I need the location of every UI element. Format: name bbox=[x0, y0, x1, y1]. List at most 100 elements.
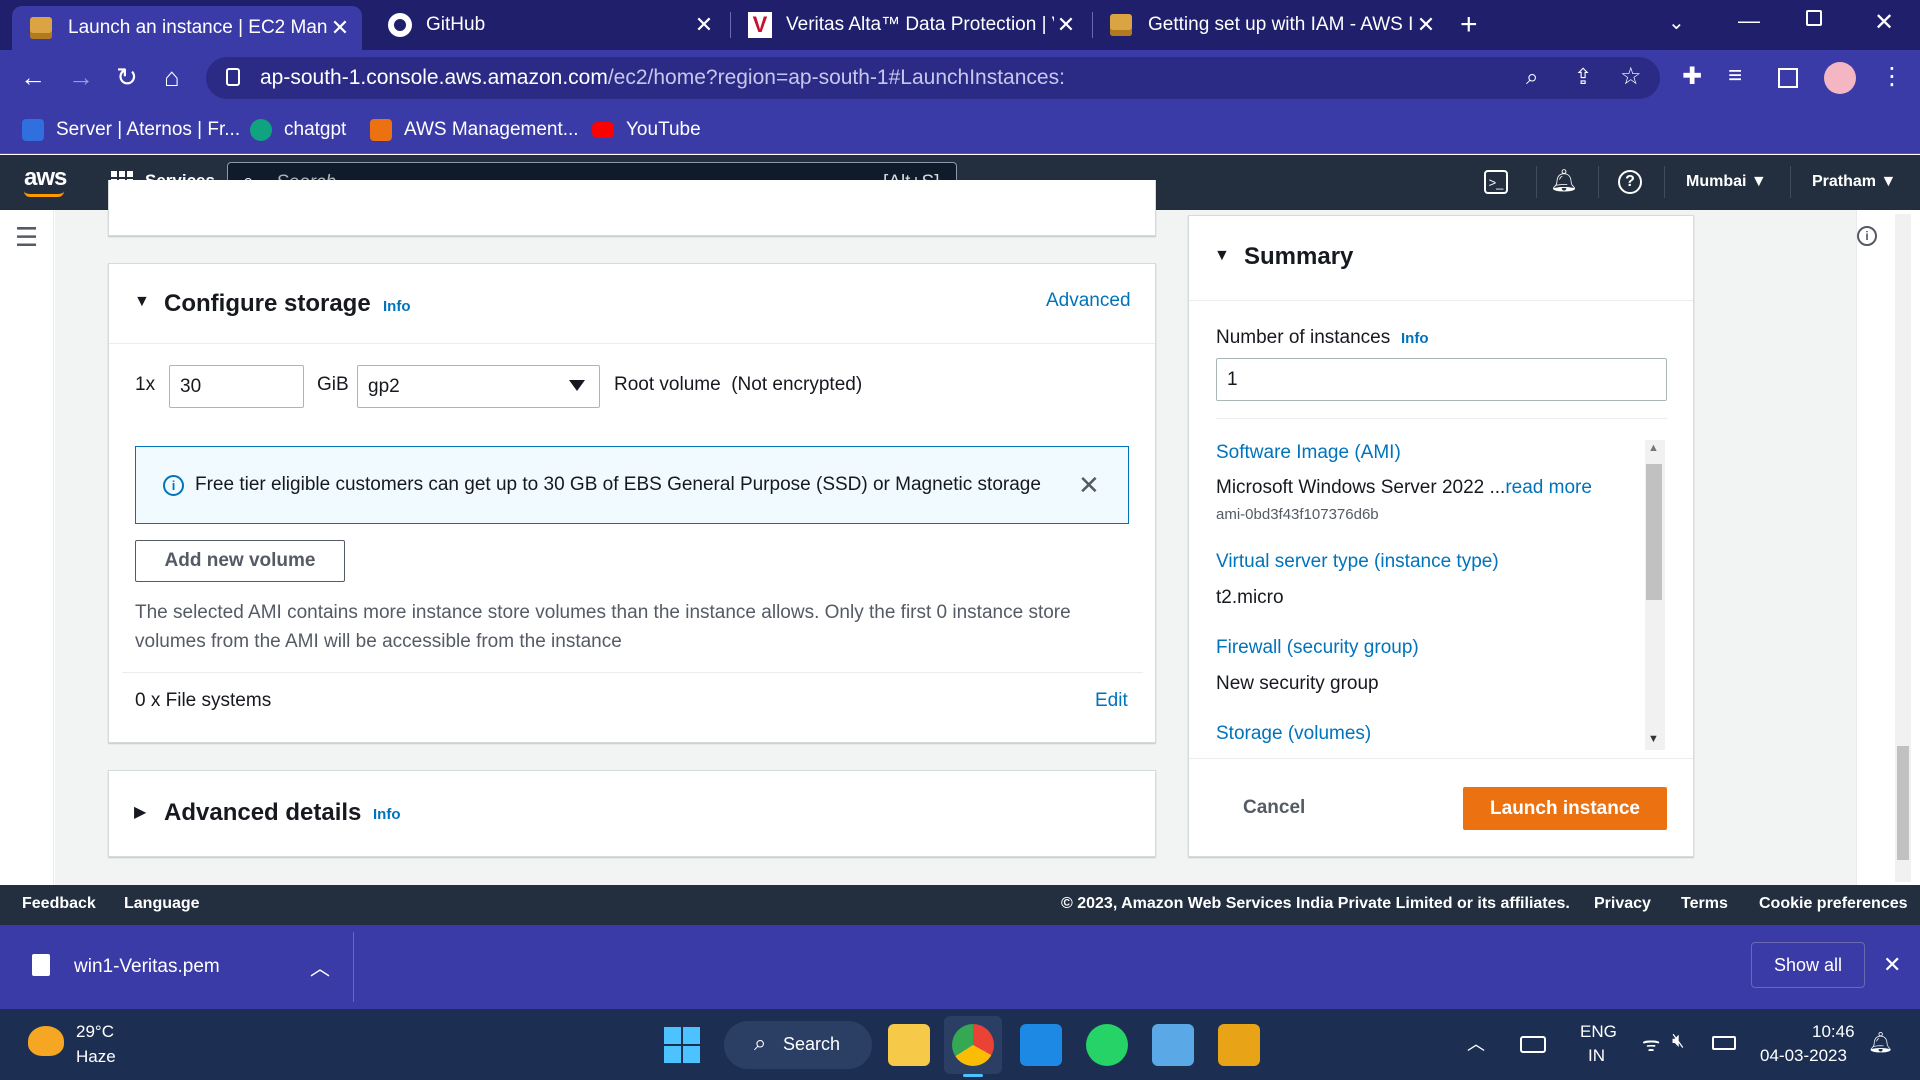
language-region[interactable]: IN bbox=[1588, 1046, 1605, 1066]
ami-link[interactable]: Software Image (AMI) bbox=[1216, 442, 1401, 464]
minimize-icon[interactable]: — bbox=[1738, 8, 1760, 34]
language-code[interactable]: ENG bbox=[1580, 1022, 1617, 1042]
close-tab-icon[interactable]: ✕ bbox=[692, 12, 716, 38]
bookmark-youtube[interactable]: YouTube bbox=[592, 116, 701, 144]
zoom-icon[interactable]: ⌕ bbox=[1526, 64, 1538, 90]
sublime-text-icon[interactable] bbox=[1218, 1024, 1260, 1066]
account-menu[interactable]: Pratham ▼ bbox=[1812, 173, 1896, 191]
file-explorer-icon[interactable] bbox=[888, 1024, 930, 1066]
forward-icon[interactable]: → bbox=[68, 62, 94, 93]
new-tab-icon[interactable]: + bbox=[1460, 8, 1478, 42]
aws-logo[interactable]: aws bbox=[24, 164, 67, 192]
keyboard-icon[interactable] bbox=[1520, 1036, 1546, 1053]
summary-scroll-area[interactable]: Software Image (AMI) Microsoft Windows S… bbox=[1216, 440, 1640, 750]
tab-iam[interactable]: Getting set up with IAM - AWS Id ✕ bbox=[1102, 0, 1448, 50]
dismiss-alert-icon[interactable]: ✕ bbox=[1078, 470, 1100, 501]
side-panel-icon[interactable] bbox=[1778, 68, 1798, 88]
scroll-down-arrow-icon[interactable]: ▼ bbox=[1648, 733, 1659, 745]
cancel-button[interactable]: Cancel bbox=[1243, 797, 1305, 819]
collapse-caret-icon[interactable]: ▼ bbox=[1214, 247, 1230, 265]
cloudshell-icon[interactable]: >_ bbox=[1484, 170, 1508, 194]
volume-type-select[interactable]: gp2 bbox=[357, 365, 600, 408]
reload-icon[interactable]: ↻ bbox=[116, 62, 138, 93]
tab-github[interactable]: GitHub ✕ bbox=[378, 0, 726, 50]
battery-icon[interactable] bbox=[1712, 1036, 1736, 1050]
chrome-icon[interactable] bbox=[952, 1024, 994, 1066]
advanced-details-title[interactable]: Advanced details bbox=[164, 799, 361, 827]
info-panel-icon[interactable]: i bbox=[1857, 226, 1877, 246]
bookmark-aws-management[interactable]: AWS Management... bbox=[370, 116, 579, 144]
show-hidden-icons-chevron-icon[interactable]: ︿ bbox=[1467, 1030, 1485, 1056]
close-tab-icon[interactable]: ✕ bbox=[1054, 12, 1078, 38]
add-new-volume-button[interactable]: Add new volume bbox=[135, 540, 345, 582]
close-window-icon[interactable]: ✕ bbox=[1874, 8, 1894, 37]
file-systems-label: 0 x File systems bbox=[135, 690, 272, 711]
bookmark-star-icon[interactable]: ☆ bbox=[1620, 62, 1642, 91]
share-icon[interactable]: ⇪ bbox=[1574, 64, 1592, 90]
volume-muted-icon[interactable]: 🔇︎ bbox=[1672, 1030, 1685, 1053]
download-filename[interactable]: win1-Veritas.pem bbox=[74, 956, 220, 978]
read-more-link[interactable]: read more bbox=[1505, 477, 1592, 498]
scroll-up-arrow-icon[interactable]: ▲ bbox=[1648, 442, 1659, 454]
clock-time[interactable]: 10:46 bbox=[1812, 1022, 1855, 1042]
storage-volumes-link[interactable]: Storage (volumes) bbox=[1216, 723, 1371, 745]
show-all-button[interactable]: Show all bbox=[1751, 942, 1865, 988]
whatsapp-icon[interactable] bbox=[1086, 1024, 1128, 1066]
page-scroll-thumb[interactable] bbox=[1897, 746, 1909, 860]
close-tab-icon[interactable]: ✕ bbox=[1414, 12, 1438, 38]
summary-scroll-thumb[interactable] bbox=[1646, 464, 1662, 600]
aws-smile-icon bbox=[24, 191, 64, 197]
browser-menu-icon[interactable]: ⋮ bbox=[1880, 62, 1904, 91]
launch-instance-button[interactable]: Launch instance bbox=[1463, 787, 1667, 830]
advanced-details-info-link[interactable]: Info bbox=[373, 806, 401, 823]
storage-advanced-link[interactable]: Advanced bbox=[1046, 290, 1131, 312]
home-icon[interactable]: ⌂ bbox=[164, 62, 180, 93]
terms-link[interactable]: Terms bbox=[1681, 895, 1728, 913]
close-downloads-icon[interactable]: ✕ bbox=[1883, 952, 1901, 978]
info-circle-icon: i bbox=[163, 475, 184, 496]
extensions-icon[interactable]: ✚ bbox=[1682, 62, 1702, 91]
back-icon[interactable]: ← bbox=[20, 62, 46, 93]
tab-search-chevron-icon[interactable]: ⌄ bbox=[1668, 10, 1685, 35]
help-icon[interactable]: ? bbox=[1618, 170, 1642, 194]
privacy-link[interactable]: Privacy bbox=[1594, 895, 1651, 913]
cookie-preferences-link[interactable]: Cookie preferences bbox=[1759, 895, 1908, 913]
expand-caret-icon[interactable]: ▶ bbox=[134, 802, 146, 822]
firewall-link[interactable]: Firewall (security group) bbox=[1216, 637, 1419, 659]
region-selector[interactable]: Mumbai ▼ bbox=[1686, 173, 1767, 191]
hamburger-menu-icon[interactable]: ☰ bbox=[15, 222, 38, 253]
media-control-icon[interactable]: ≡ bbox=[1728, 62, 1742, 90]
instances-info-link[interactable]: Info bbox=[1401, 330, 1429, 347]
volume-size-input[interactable]: 30 bbox=[169, 365, 304, 408]
windows-start-icon[interactable] bbox=[664, 1027, 700, 1063]
language-link[interactable]: Language bbox=[124, 895, 200, 913]
feedback-link[interactable]: Feedback bbox=[22, 895, 96, 913]
close-tab-icon[interactable]: ✕ bbox=[328, 15, 352, 41]
restore-icon[interactable] bbox=[1806, 10, 1822, 26]
url-text[interactable]: ap-south-1.console.aws.amazon.com/ec2/ho… bbox=[260, 66, 1065, 90]
tab-launch-instance[interactable]: Launch an instance | EC2 Manage ✕ bbox=[12, 6, 362, 50]
notification-bell-icon[interactable]: 🔔︎ bbox=[1868, 1030, 1893, 1055]
mail-icon[interactable] bbox=[1020, 1024, 1062, 1066]
wifi-icon[interactable]: ᯤ bbox=[1642, 1030, 1660, 1057]
search-icon: ⌕ bbox=[754, 1030, 767, 1055]
remote-desktop-icon[interactable] bbox=[1152, 1024, 1194, 1066]
bookmark-chatgpt[interactable]: chatgpt bbox=[250, 116, 346, 144]
bookmark-aternos[interactable]: Server | Aternos | Fr... bbox=[22, 116, 240, 144]
copyright-text: © 2023, Amazon Web Services India Privat… bbox=[1061, 895, 1570, 912]
clock-date[interactable]: 04-03-2023 bbox=[1760, 1046, 1847, 1066]
profile-avatar[interactable] bbox=[1824, 62, 1856, 94]
bell-icon[interactable]: 🔔︎ bbox=[1550, 168, 1578, 194]
file-icon bbox=[32, 954, 50, 976]
lock-icon[interactable] bbox=[226, 68, 240, 86]
instances-count-input[interactable]: 1 bbox=[1216, 358, 1667, 401]
tab-veritas[interactable]: V Veritas Alta™ Data Protection | Ve ✕ bbox=[740, 0, 1088, 50]
file-systems-edit-link[interactable]: Edit bbox=[1095, 690, 1128, 712]
caret-down-icon: ▼ bbox=[1750, 173, 1767, 190]
storage-info-link[interactable]: Info bbox=[383, 298, 411, 315]
download-chevron-up-icon[interactable]: ︿ bbox=[310, 952, 330, 981]
volume-multiplier: 1x bbox=[135, 374, 156, 395]
nav-divider bbox=[1536, 166, 1537, 198]
collapse-caret-icon[interactable]: ▼ bbox=[134, 293, 150, 311]
instance-type-link[interactable]: Virtual server type (instance type) bbox=[1216, 551, 1499, 573]
